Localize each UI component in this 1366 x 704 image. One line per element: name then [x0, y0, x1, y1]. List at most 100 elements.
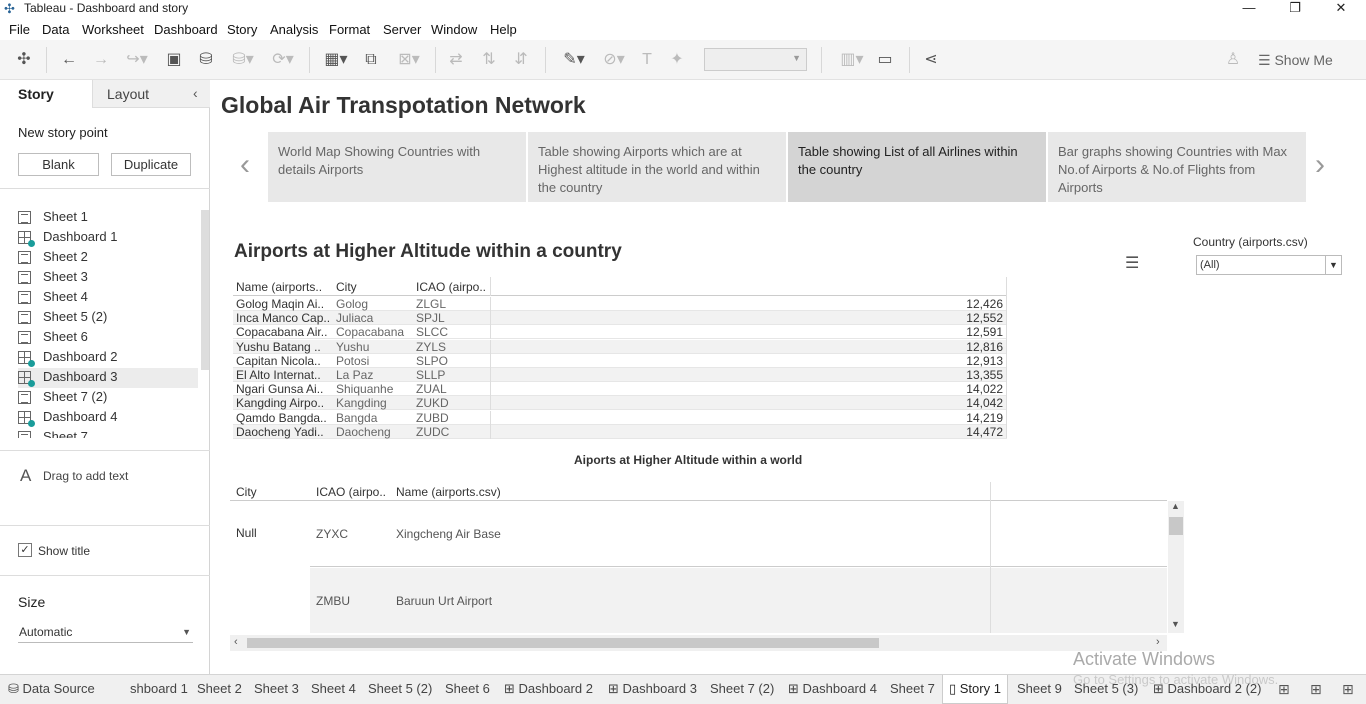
- sheet-list-item[interactable]: Sheet 5 (2): [18, 308, 198, 328]
- scroll-down-icon[interactable]: ▼: [1171, 619, 1180, 629]
- redo-icon[interactable]: →: [90, 49, 112, 71]
- sheet-list-item[interactable]: Sheet 1: [18, 208, 198, 228]
- presentation-mode-icon[interactable]: ▭: [874, 49, 896, 71]
- sheet-tab[interactable]: shboard 1: [130, 681, 188, 696]
- menu-file[interactable]: File: [9, 22, 30, 37]
- sort-descending-icon[interactable]: ⇵: [510, 49, 532, 71]
- menu-window[interactable]: Window: [431, 22, 477, 37]
- duplicate-button[interactable]: Duplicate: [111, 153, 191, 176]
- scroll-left-icon[interactable]: ‹: [234, 636, 238, 648]
- sheet-list-item[interactable]: Sheet 4: [18, 288, 198, 308]
- share-icon[interactable]: ⋖: [920, 49, 942, 71]
- tableau-home-icon[interactable]: ✣: [14, 49, 34, 71]
- fit-select[interactable]: ▼: [704, 48, 807, 71]
- clear-sheet-icon[interactable]: ⊠▾: [392, 49, 426, 71]
- story-point-1[interactable]: World Map Showing Countries with details…: [268, 132, 526, 202]
- sheet-list-item[interactable]: Sheet 7: [18, 428, 198, 438]
- world-table-hscrollbar[interactable]: ‹ ›: [230, 635, 1167, 651]
- sheet-list-item[interactable]: Dashboard 1: [18, 228, 198, 248]
- new-story-icon[interactable]: ⊞: [1342, 681, 1354, 698]
- sheet-list-item[interactable]: Sheet 2: [18, 248, 198, 268]
- sheet-list-item[interactable]: Dashboard 3: [18, 368, 198, 388]
- sheet-list-item[interactable]: Sheet 3: [18, 268, 198, 288]
- minimize-icon[interactable]: —: [1226, 0, 1272, 18]
- show-me-button[interactable]: ☰ Show Me: [1258, 49, 1358, 71]
- new-worksheet-icon[interactable]: ⊞: [1278, 681, 1290, 698]
- group-icon[interactable]: ⊘▾: [596, 49, 632, 71]
- name-cell: Daocheng Yadi..: [236, 424, 324, 439]
- pause-updates-icon[interactable]: ⛁▾: [225, 49, 261, 71]
- column-header-name[interactable]: Name (airports.csv): [396, 485, 501, 499]
- menu-icon[interactable]: ☰: [1125, 253, 1139, 273]
- story-point-3[interactable]: Table showing List of all Airlines withi…: [788, 132, 1046, 202]
- sheet-tab[interactable]: Sheet 4: [311, 681, 356, 696]
- column-header-icao[interactable]: ICAO (airpo..: [416, 280, 486, 294]
- previous-story-point-icon[interactable]: ‹: [240, 148, 250, 182]
- sheet-list-scrollbar[interactable]: [201, 210, 209, 370]
- sheet-list-item[interactable]: Dashboard 4: [18, 408, 198, 428]
- highlight-icon[interactable]: ✎▾: [556, 49, 592, 71]
- column-header-icao[interactable]: ICAO (airpo..: [316, 485, 386, 499]
- menu-worksheet[interactable]: Worksheet: [82, 22, 144, 37]
- column-header-city[interactable]: City: [236, 485, 257, 499]
- scroll-right-icon[interactable]: ›: [1156, 636, 1160, 648]
- restore-icon[interactable]: ❐: [1272, 0, 1318, 18]
- label-icon[interactable]: T: [636, 49, 658, 71]
- country-filter-select[interactable]: (All) ▼: [1196, 255, 1342, 275]
- table-row: Ngari Gunsa Ai.. Shiquanhe ZUAL 14,022: [233, 382, 1007, 397]
- sheet-tab[interactable]: Sheet 6: [445, 681, 490, 696]
- menu-server[interactable]: Server: [383, 22, 421, 37]
- story-point-4[interactable]: Bar graphs showing Countries with Max No…: [1048, 132, 1306, 202]
- collapse-icon[interactable]: ‹: [193, 85, 198, 101]
- new-dashboard-icon[interactable]: ⊞: [1310, 681, 1322, 698]
- column-header-city[interactable]: City: [336, 280, 357, 294]
- replay-icon[interactable]: ↪▾: [120, 49, 154, 71]
- sheet-tab[interactable]: Sheet 2: [197, 681, 242, 696]
- save-icon[interactable]: ▣: [163, 49, 185, 71]
- sheet-tab[interactable]: ⊞ Dashboard 3: [608, 681, 697, 697]
- next-story-point-icon[interactable]: ›: [1315, 148, 1325, 182]
- sheet-tab[interactable]: ⛁ Data Source: [8, 681, 95, 697]
- drag-to-add-text[interactable]: Drag to add text: [43, 469, 128, 483]
- duplicate-sheet-icon[interactable]: ⧉: [360, 49, 382, 71]
- sheet-tab[interactable]: ▯ Story 1: [942, 675, 1008, 704]
- story-point-2[interactable]: Table showing Airports which are at High…: [528, 132, 786, 202]
- show-cards-icon[interactable]: ▥▾: [834, 49, 870, 71]
- sheet-list-item-label: Sheet 7 (2): [43, 389, 108, 404]
- sheet-tab[interactable]: Sheet 7: [890, 681, 935, 696]
- sheet-tab[interactable]: Sheet 5 (2): [368, 681, 432, 696]
- world-table-vscrollbar[interactable]: ▲ ▼: [1168, 501, 1184, 633]
- tab-story[interactable]: Story: [0, 80, 92, 108]
- sheet-tab[interactable]: ⊞ Dashboard 4: [788, 681, 877, 697]
- menu-help[interactable]: Help: [490, 22, 517, 37]
- sheet-tab[interactable]: ⊞ Dashboard 2: [504, 681, 593, 697]
- new-worksheet-icon[interactable]: ▦▾: [318, 49, 354, 71]
- menu-format[interactable]: Format: [329, 22, 370, 37]
- sheet-list-item-label: Dashboard 2: [43, 349, 118, 364]
- sort-ascending-icon[interactable]: ⇅: [478, 49, 500, 71]
- swap-icon[interactable]: ⇄: [445, 49, 467, 71]
- column-header-name[interactable]: Name (airports..: [236, 280, 322, 294]
- close-icon[interactable]: ✕: [1318, 0, 1364, 18]
- menu-analysis[interactable]: Analysis: [270, 22, 318, 37]
- tab-layout[interactable]: Layout ‹: [92, 80, 210, 108]
- sheet-list-item[interactable]: Sheet 6: [18, 328, 198, 348]
- menu-dashboard[interactable]: Dashboard: [154, 22, 218, 37]
- sheet-tab[interactable]: Sheet 9: [1017, 681, 1062, 696]
- sheet-tab[interactable]: Sheet 7 (2): [710, 681, 774, 696]
- blank-button[interactable]: Blank: [18, 153, 99, 176]
- menu-story[interactable]: Story: [227, 22, 257, 37]
- show-title-checkbox[interactable]: ✓: [18, 543, 32, 557]
- refresh-icon[interactable]: ⟳▾: [265, 49, 301, 71]
- new-data-source-icon[interactable]: ⛁: [195, 49, 217, 71]
- menu-data[interactable]: Data: [42, 22, 69, 37]
- undo-icon[interactable]: ←: [58, 49, 80, 71]
- size-select[interactable]: Automatic ▼: [18, 623, 193, 643]
- pin-icon[interactable]: ✦: [666, 49, 688, 71]
- scroll-up-icon[interactable]: ▲: [1171, 501, 1180, 511]
- sheet-list-item[interactable]: Dashboard 2: [18, 348, 198, 368]
- format-painter-icon[interactable]: ♙: [1222, 49, 1244, 71]
- sheet-tab[interactable]: Sheet 3: [254, 681, 299, 696]
- sheet-list-item[interactable]: Sheet 7 (2): [18, 388, 198, 408]
- altitude-cell: 14,472: [966, 424, 1003, 439]
